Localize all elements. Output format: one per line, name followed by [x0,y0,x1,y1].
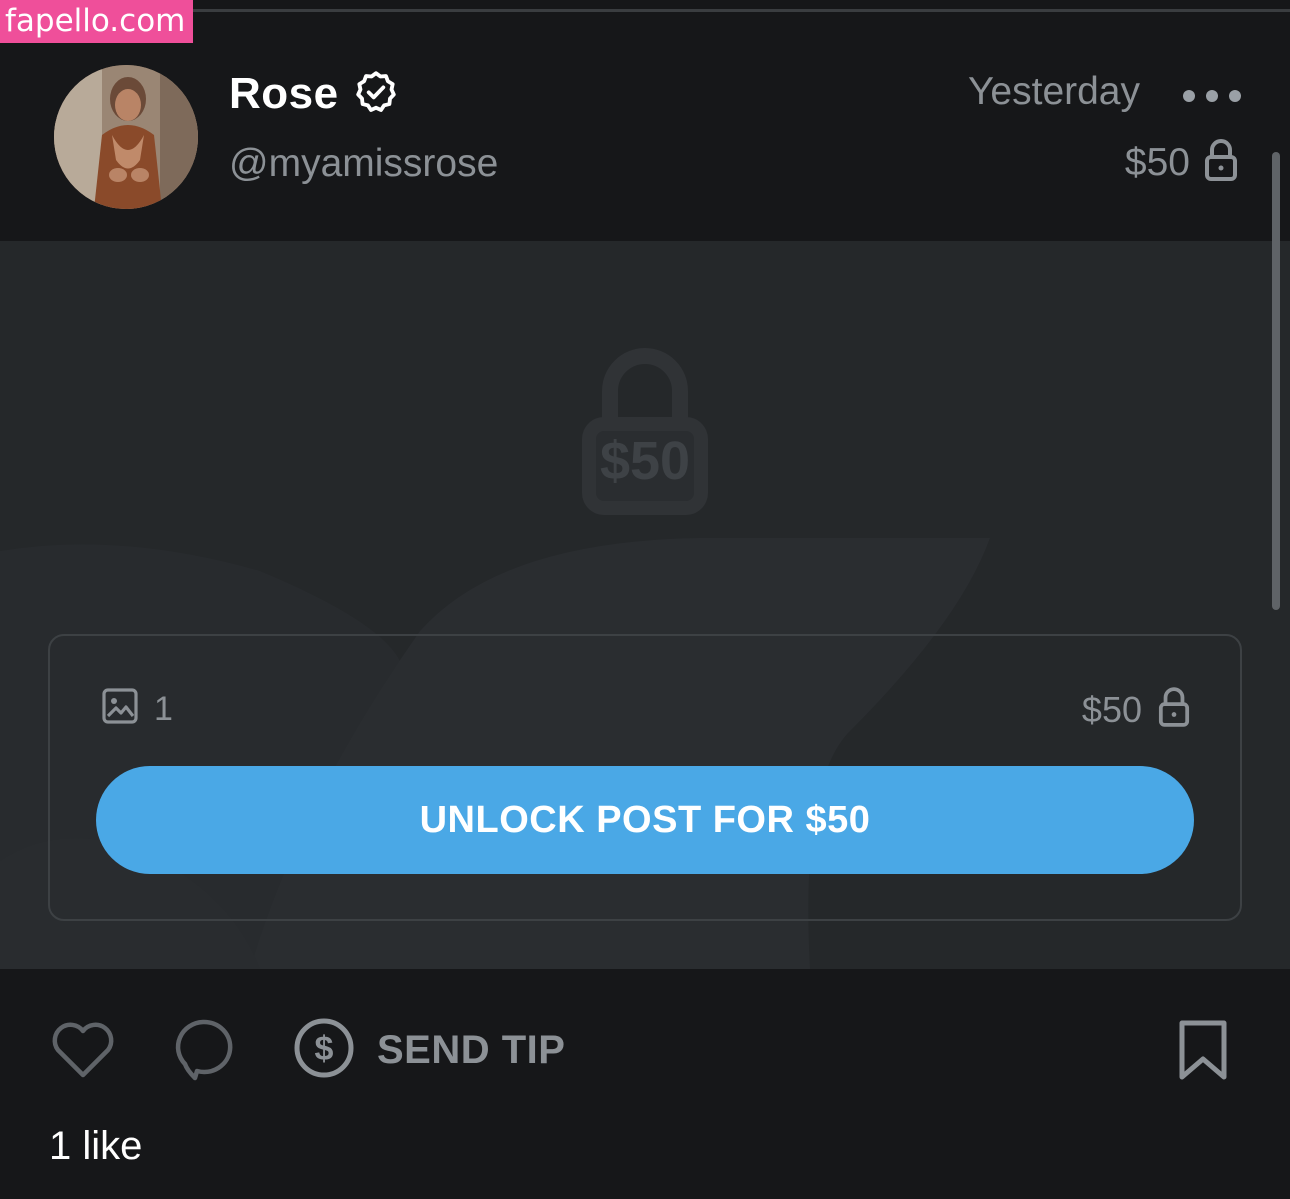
unlock-card: 1 $50 UNLOCK POST FOR $50 [48,634,1242,921]
more-options-button[interactable] [1183,82,1241,110]
post-price-value: $50 [1124,140,1190,184]
media-count-value: 1 [154,689,173,728]
scrollbar[interactable] [1272,152,1280,610]
send-tip-label: SEND TIP [377,1028,566,1072]
more-horizontal-icon [1183,90,1195,102]
heart-icon[interactable] [51,1019,115,1084]
author-name[interactable]: Rose [229,69,339,119]
lock-icon [1204,138,1238,187]
card-price: $50 [1082,686,1190,733]
svg-text:$: $ [315,1030,334,1068]
post-actions: $ SEND TIP 1 like [0,969,1290,1199]
card-price-value: $50 [1081,688,1142,730]
dollar-circle-icon: $ [293,1017,355,1084]
post-screen: fapello.com Rose @myamissrose Yesterday [0,0,1290,1199]
comment-icon[interactable] [173,1018,233,1087]
author-name-row[interactable]: Rose [229,66,399,122]
send-tip-button[interactable]: $ SEND TIP [293,1017,565,1084]
author-handle[interactable]: @myamissrose [229,140,498,188]
watermark: fapello.com [0,0,193,43]
lock-icon [1158,686,1190,733]
top-divider [0,9,1290,12]
bookmark-icon[interactable] [1177,1019,1229,1086]
unlock-post-button[interactable]: UNLOCK POST FOR $50 [96,766,1194,874]
verified-badge-icon [353,69,399,120]
likes-count[interactable]: 1 like [49,1122,142,1170]
image-icon [102,688,138,729]
post-timestamp: Yesterday [967,70,1140,113]
locked-overlay-price: $50 [599,431,691,491]
media-count: 1 [102,688,173,729]
post-price: $50 [1125,138,1238,187]
locked-media: $50 1 $50 UNLOCK POST FOR $50 [0,241,1290,969]
avatar[interactable] [54,65,198,209]
